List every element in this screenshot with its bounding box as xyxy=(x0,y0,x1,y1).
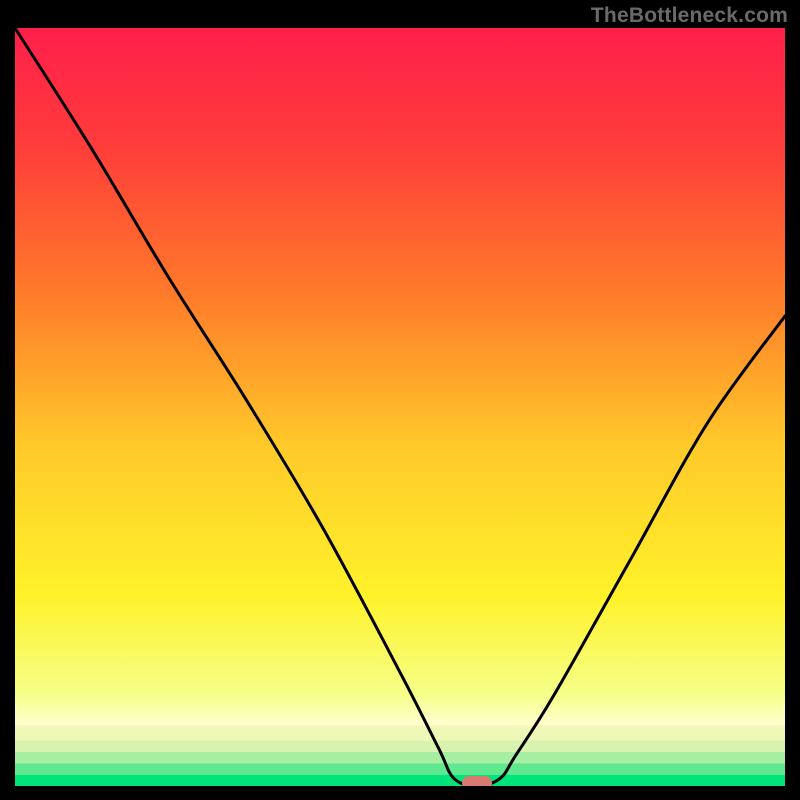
watermark-text: TheBottleneck.com xyxy=(591,4,788,28)
bottom-band xyxy=(15,725,785,740)
chart-frame: TheBottleneck.com xyxy=(0,0,800,800)
optimal-marker xyxy=(462,776,492,786)
bottom-band xyxy=(15,752,785,763)
plot-svg xyxy=(15,28,785,786)
bottom-band xyxy=(15,775,785,786)
plot-area xyxy=(15,28,785,786)
bottom-band xyxy=(15,741,785,752)
bottom-band xyxy=(15,763,785,774)
